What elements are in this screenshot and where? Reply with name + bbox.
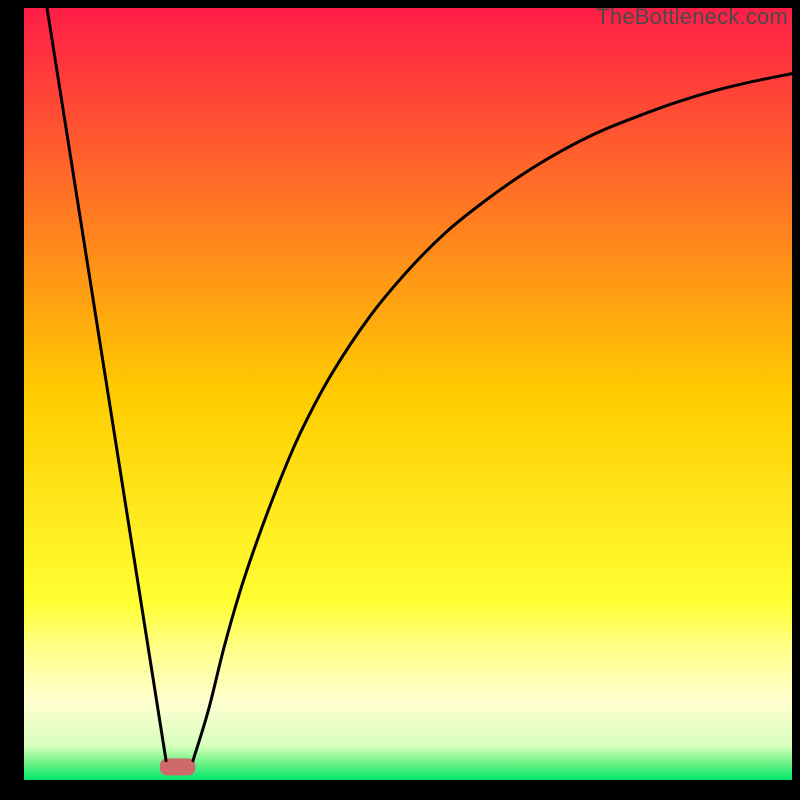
bottleneck-chart bbox=[0, 0, 800, 800]
chart-container: TheBottleneck.com bbox=[0, 0, 800, 800]
watermark-label: TheBottleneck.com bbox=[596, 4, 788, 30]
plot-area bbox=[24, 8, 792, 780]
